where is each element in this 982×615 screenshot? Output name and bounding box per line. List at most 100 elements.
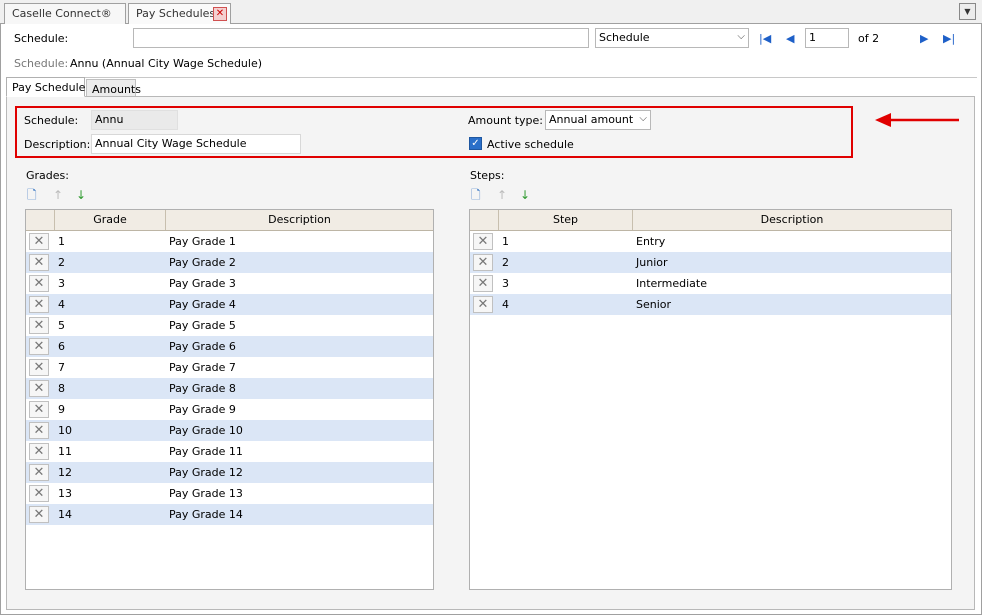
table-row[interactable]: ✕ 14 Pay Grade 14 xyxy=(26,504,433,525)
search-type-select[interactable]: Schedule ⌵ xyxy=(595,28,749,48)
table-row[interactable]: ✕ 10 Pay Grade 10 xyxy=(26,420,433,441)
delete-row-icon[interactable]: ✕ xyxy=(29,506,49,523)
description-cell[interactable]: Pay Grade 1 xyxy=(169,231,236,252)
delete-row-icon[interactable]: ✕ xyxy=(29,359,49,376)
previous-record-icon[interactable]: ◀ xyxy=(786,32,794,46)
grade-cell[interactable]: 8 xyxy=(58,378,65,399)
grade-cell[interactable]: 11 xyxy=(58,441,72,462)
description-cell[interactable]: Pay Grade 6 xyxy=(169,336,236,357)
table-row[interactable]: ✕ 4 Senior xyxy=(470,294,951,315)
table-row[interactable]: ✕ 8 Pay Grade 8 xyxy=(26,378,433,399)
description-cell[interactable]: Pay Grade 11 xyxy=(169,441,243,462)
record-number-input[interactable]: 1 xyxy=(805,28,849,48)
description-cell[interactable]: Pay Grade 7 xyxy=(169,357,236,378)
description-cell[interactable]: Pay Grade 10 xyxy=(169,420,243,441)
header-description[interactable]: Description xyxy=(633,210,951,230)
table-row[interactable]: ✕ 13 Pay Grade 13 xyxy=(26,483,433,504)
delete-row-icon[interactable]: ✕ xyxy=(29,380,49,397)
table-row[interactable]: ✕ 5 Pay Grade 5 xyxy=(26,315,433,336)
active-schedule-checkbox[interactable]: ✓ xyxy=(469,137,482,150)
table-row[interactable]: ✕ 1 Entry xyxy=(470,231,951,252)
grade-cell[interactable]: 1 xyxy=(58,231,65,252)
schedule-search-input[interactable] xyxy=(133,28,589,48)
description-cell[interactable]: Junior xyxy=(636,252,668,273)
grade-cell[interactable]: 3 xyxy=(58,273,65,294)
description-cell[interactable]: Pay Grade 8 xyxy=(169,378,236,399)
schedule-code-field[interactable]: Annu xyxy=(91,110,178,130)
delete-row-icon[interactable]: ✕ xyxy=(473,296,493,313)
step-cell[interactable]: 2 xyxy=(502,252,509,273)
grade-cell[interactable]: 2 xyxy=(58,252,65,273)
first-record-icon[interactable]: |◀ xyxy=(759,32,771,46)
add-step-icon[interactable]: 🗋 xyxy=(471,188,481,202)
description-cell[interactable]: Pay Grade 14 xyxy=(169,504,243,525)
description-cell[interactable]: Pay Grade 13 xyxy=(169,483,243,504)
last-record-icon[interactable]: ▶| xyxy=(943,32,955,46)
description-cell[interactable]: Senior xyxy=(636,294,671,315)
table-row[interactable]: ✕ 11 Pay Grade 11 xyxy=(26,441,433,462)
description-cell[interactable]: Pay Grade 5 xyxy=(169,315,236,336)
table-row[interactable]: ✕ 1 Pay Grade 1 xyxy=(26,231,433,252)
close-tab-icon[interactable]: ✕ xyxy=(213,7,227,21)
table-row[interactable]: ✕ 3 Pay Grade 3 xyxy=(26,273,433,294)
move-down-icon[interactable]: ↓ xyxy=(76,188,86,202)
tab-menu-dropdown-icon[interactable]: ▼ xyxy=(959,3,976,20)
table-row[interactable]: ✕ 4 Pay Grade 4 xyxy=(26,294,433,315)
description-cell[interactable]: Pay Grade 3 xyxy=(169,273,236,294)
header-step[interactable]: Step xyxy=(499,210,633,230)
move-up-icon[interactable]: ↑ xyxy=(53,188,63,202)
delete-row-icon[interactable]: ✕ xyxy=(29,233,49,250)
description-cell[interactable]: Pay Grade 4 xyxy=(169,294,236,315)
step-cell[interactable]: 1 xyxy=(502,231,509,252)
delete-row-icon[interactable]: ✕ xyxy=(473,254,493,271)
grade-cell[interactable]: 10 xyxy=(58,420,72,441)
step-cell[interactable]: 3 xyxy=(502,273,509,294)
header-grade[interactable]: Grade xyxy=(55,210,166,230)
grade-cell[interactable]: 4 xyxy=(58,294,65,315)
delete-row-icon[interactable]: ✕ xyxy=(29,443,49,460)
table-row[interactable]: ✕ 7 Pay Grade 7 xyxy=(26,357,433,378)
step-cell[interactable]: 4 xyxy=(502,294,509,315)
table-row[interactable]: ✕ 3 Intermediate xyxy=(470,273,951,294)
delete-row-icon[interactable]: ✕ xyxy=(29,296,49,313)
grade-cell[interactable]: 12 xyxy=(58,462,72,483)
add-grade-icon[interactable]: 🗋 xyxy=(27,188,37,202)
grade-cell[interactable]: 6 xyxy=(58,336,65,357)
next-record-icon[interactable]: ▶ xyxy=(920,32,928,46)
delete-row-icon[interactable]: ✕ xyxy=(29,422,49,439)
delete-row-icon[interactable]: ✕ xyxy=(29,275,49,292)
delete-row-icon[interactable]: ✕ xyxy=(29,401,49,418)
description-field[interactable]: Annual City Wage Schedule xyxy=(91,134,301,154)
delete-row-icon[interactable]: ✕ xyxy=(29,338,49,355)
move-up-icon[interactable]: ↑ xyxy=(497,188,507,202)
header-description[interactable]: Description xyxy=(166,210,433,230)
delete-row-icon[interactable]: ✕ xyxy=(29,317,49,334)
chevron-down-icon: ⌵ xyxy=(737,31,745,42)
table-row[interactable]: ✕ 9 Pay Grade 9 xyxy=(26,399,433,420)
description-cell[interactable]: Pay Grade 2 xyxy=(169,252,236,273)
tab-pay-schedule[interactable]: Pay Schedule xyxy=(6,77,85,97)
delete-row-icon[interactable]: ✕ xyxy=(473,275,493,292)
grade-cell[interactable]: 7 xyxy=(58,357,65,378)
tab-caselle-connect[interactable]: Caselle Connect® xyxy=(4,3,126,24)
table-row[interactable]: ✕ 12 Pay Grade 12 xyxy=(26,462,433,483)
schedule-label: Schedule: xyxy=(24,114,79,127)
table-row[interactable]: ✕ 2 Junior xyxy=(470,252,951,273)
grade-cell[interactable]: 14 xyxy=(58,504,72,525)
grade-cell[interactable]: 9 xyxy=(58,399,65,420)
delete-row-icon[interactable]: ✕ xyxy=(29,254,49,271)
delete-row-icon[interactable]: ✕ xyxy=(29,464,49,481)
description-cell[interactable]: Intermediate xyxy=(636,273,707,294)
description-cell[interactable]: Pay Grade 9 xyxy=(169,399,236,420)
amount-type-select[interactable]: Annual amount ⌵ xyxy=(545,110,651,130)
tab-pay-schedules[interactable]: Pay Schedules ✕ xyxy=(128,3,231,24)
delete-row-icon[interactable]: ✕ xyxy=(29,485,49,502)
grade-cell[interactable]: 5 xyxy=(58,315,65,336)
description-cell[interactable]: Entry xyxy=(636,231,665,252)
move-down-icon[interactable]: ↓ xyxy=(520,188,530,202)
table-row[interactable]: ✕ 2 Pay Grade 2 xyxy=(26,252,433,273)
grade-cell[interactable]: 13 xyxy=(58,483,72,504)
description-cell[interactable]: Pay Grade 12 xyxy=(169,462,243,483)
table-row[interactable]: ✕ 6 Pay Grade 6 xyxy=(26,336,433,357)
delete-row-icon[interactable]: ✕ xyxy=(473,233,493,250)
